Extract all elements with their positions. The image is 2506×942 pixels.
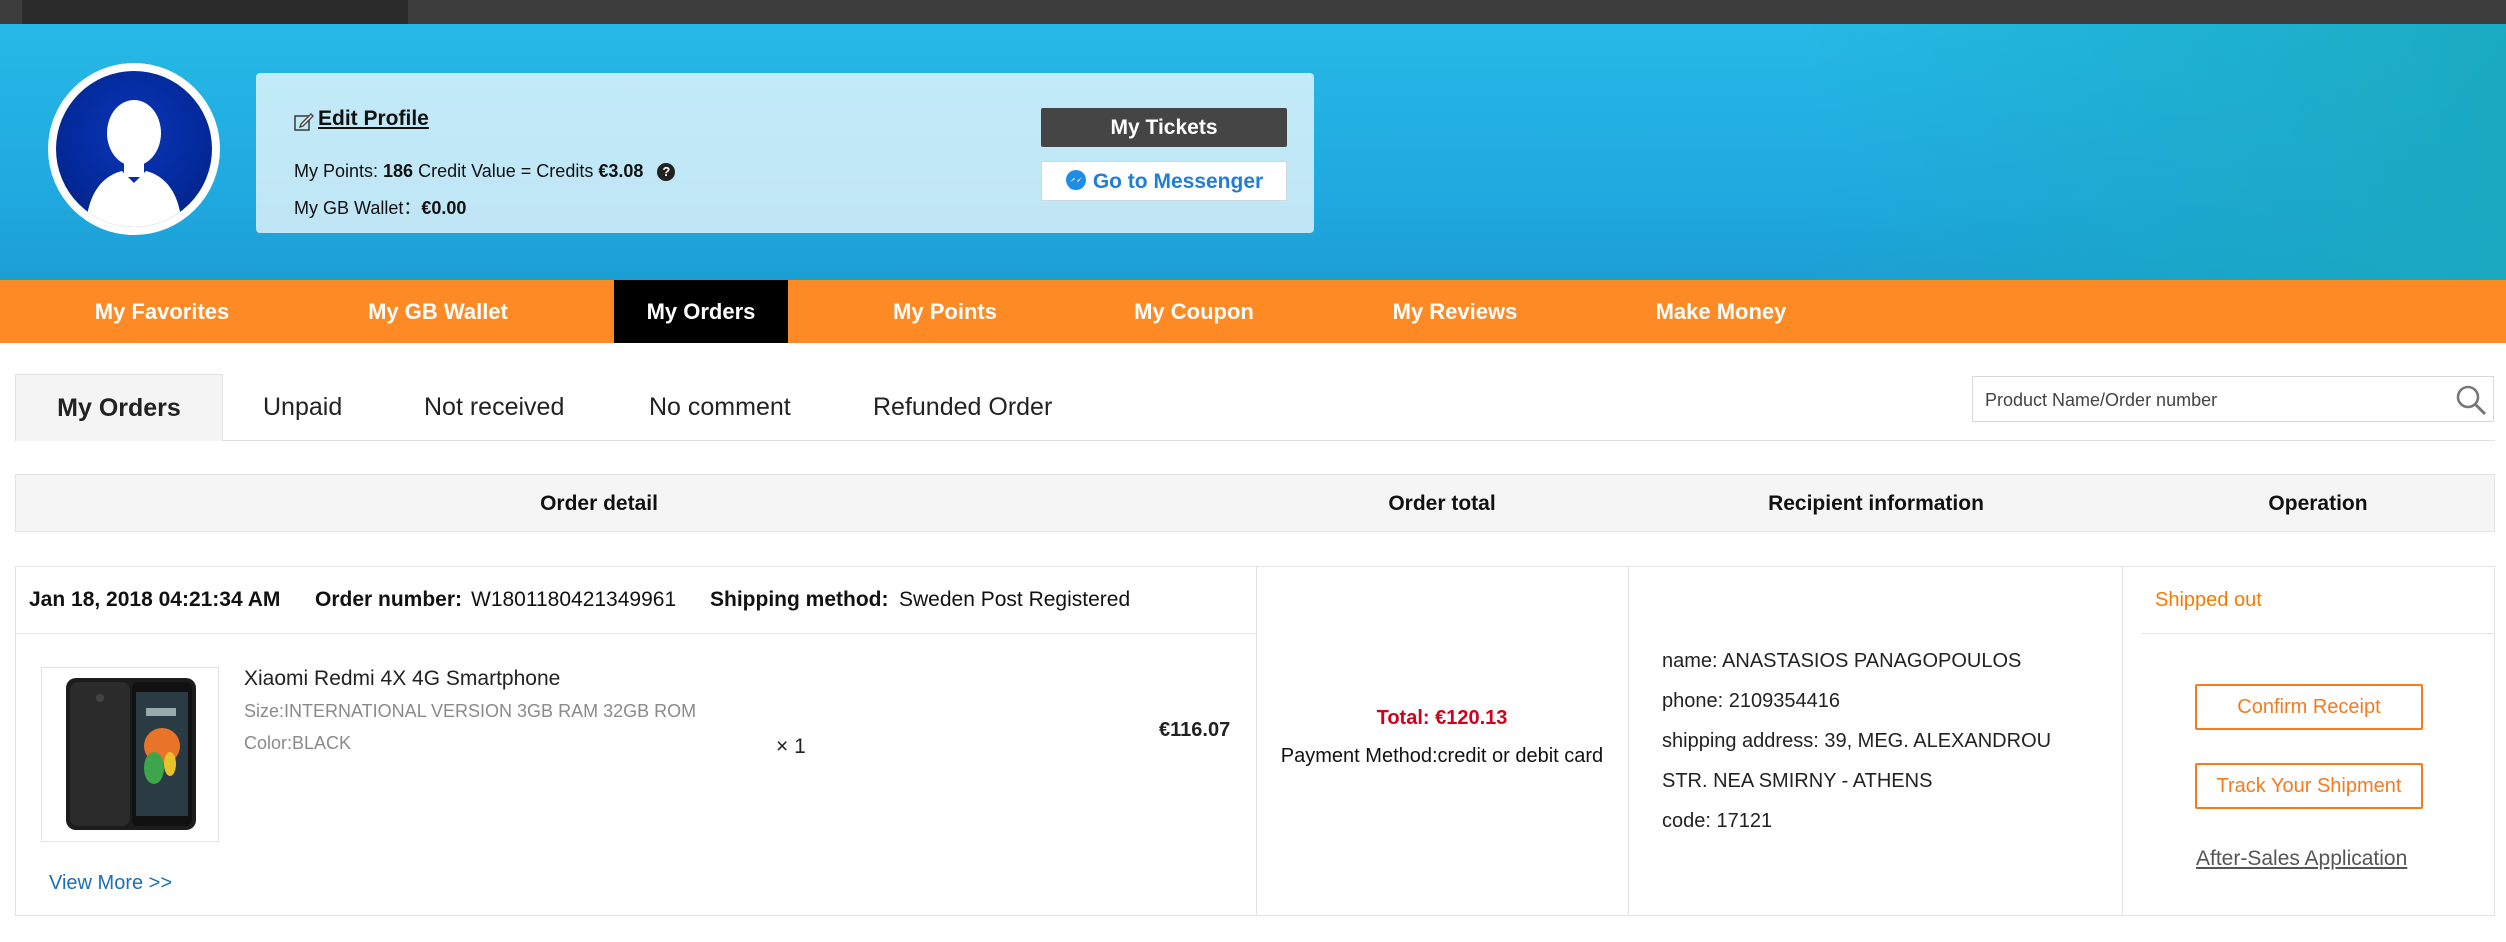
recipient-phone: phone: 2109354416 <box>1662 690 1840 712</box>
order-search <box>1972 376 2494 423</box>
product-price: €116.07 <box>1159 719 1231 741</box>
column-divider <box>1628 567 1629 915</box>
orders-table-header: Order detail Order total Recipient infor… <box>15 474 2495 532</box>
search-input[interactable] <box>1973 377 2447 423</box>
product-color: Color:BLACK <box>244 733 352 753</box>
tab-no-comment[interactable]: No comment <box>649 374 791 440</box>
view-more-link[interactable]: View More >> <box>49 872 172 895</box>
product-quantity: × 1 <box>776 735 806 758</box>
shipping-method: Sweden Post Registered <box>899 588 1131 611</box>
top-bar-segment <box>22 0 408 24</box>
order-total: Total: €120.13 <box>1376 707 1508 729</box>
confirm-receipt-button[interactable]: Confirm Receipt <box>2195 684 2423 730</box>
order-total-cell: Total: €120.13 Payment Method:credit or … <box>1256 567 1628 915</box>
my-tickets-button[interactable]: My Tickets <box>1041 108 1287 147</box>
wallet-line: My GB Wallet：€0.00 <box>294 194 466 220</box>
recipient-address-line2: STR. NEA SMIRNY - ATHENS <box>1662 770 1933 792</box>
points-label: My Points: <box>294 161 384 181</box>
order-header: Jan 18, 2018 04:21:34 AM Order number: W… <box>16 567 1256 634</box>
recipient-address-line1: shipping address: 39, MEG. ALEXANDROU <box>1662 730 2052 752</box>
nav-my-coupon[interactable]: My Coupon <box>1126 280 1262 343</box>
order-number-label: Order number: <box>315 588 463 611</box>
recipient-info: name: ANASTASIOS PANAGOPOULOS phone: 210… <box>1662 641 2102 841</box>
top-bar <box>0 0 2506 24</box>
profile-card: Edit Profile My Points: 186 Credit Value… <box>256 73 1314 233</box>
tab-unpaid[interactable]: Unpaid <box>263 374 342 440</box>
product-image[interactable] <box>41 667 219 842</box>
help-icon[interactable]: ? <box>657 163 676 181</box>
nav-my-gb-wallet[interactable]: My GB Wallet <box>356 280 520 343</box>
credit-value: €3.08 <box>598 161 644 181</box>
nav-my-points[interactable]: My Points <box>880 280 1010 343</box>
wallet-value: €0.00 <box>421 198 467 218</box>
nav-make-money[interactable]: Make Money <box>1646 280 1796 343</box>
edit-profile-link[interactable]: Edit Profile <box>318 107 429 131</box>
product-size: Size:INTERNATIONAL VERSION 3GB RAM 32GB … <box>244 701 697 721</box>
wallet-label: My GB Wallet： <box>294 198 422 218</box>
recipient-name: name: ANASTASIOS PANAGOPOULOS <box>1662 650 2022 672</box>
nav-my-reviews[interactable]: My Reviews <box>1384 280 1526 343</box>
header-order-total: Order total <box>1388 492 1496 515</box>
operation-status-cell: Shipped out <box>2142 567 2494 634</box>
search-icon[interactable] <box>2455 384 2487 416</box>
points-line: My Points: 186 Credit Value = Credits €3… <box>294 161 676 182</box>
account-nav: My Favorites My GB Wallet My Orders My P… <box>0 280 2506 343</box>
payment-method: Payment Method:credit or debit card <box>1280 745 1604 767</box>
shipping-method-label: Shipping method: <box>710 588 889 611</box>
edit-icon[interactable] <box>293 111 315 133</box>
order-number: W1801180421349961 <box>471 588 677 611</box>
recipient-code: code: 17121 <box>1662 810 1773 832</box>
points-value: 186 <box>383 161 414 181</box>
profile-banner: Edit Profile My Points: 186 Credit Value… <box>0 24 2506 280</box>
header-order-detail: Order detail <box>540 492 658 515</box>
credit-label: Credit Value = Credits <box>413 161 599 181</box>
track-shipment-button[interactable]: Track Your Shipment <box>2195 763 2423 809</box>
nav-my-favorites[interactable]: My Favorites <box>82 280 242 343</box>
product-name[interactable]: Xiaomi Redmi 4X 4G Smartphone <box>244 667 560 691</box>
column-divider <box>2122 567 2123 915</box>
order-card: Jan 18, 2018 04:21:34 AM Order number: W… <box>15 566 2495 916</box>
tab-not-received[interactable]: Not received <box>424 374 564 440</box>
messenger-label: Go to Messenger <box>1092 170 1264 193</box>
header-recipient-information: Recipient information <box>1768 492 1984 515</box>
header-operation: Operation <box>2268 492 2368 515</box>
status-badge: Shipped out <box>2155 589 2262 611</box>
tab-my-orders[interactable]: My Orders <box>15 374 223 441</box>
nav-my-orders[interactable]: My Orders <box>614 280 788 343</box>
tab-refunded-order[interactable]: Refunded Order <box>873 374 1052 440</box>
order-date: Jan 18, 2018 04:21:34 AM <box>29 588 281 611</box>
go-to-messenger-button[interactable]: Go to Messenger <box>1041 161 1287 201</box>
after-sales-link[interactable]: After-Sales Application <box>2196 847 2407 871</box>
messenger-icon <box>1065 170 1086 190</box>
avatar[interactable] <box>48 63 220 235</box>
avatar-silhouette-icon <box>56 71 212 227</box>
